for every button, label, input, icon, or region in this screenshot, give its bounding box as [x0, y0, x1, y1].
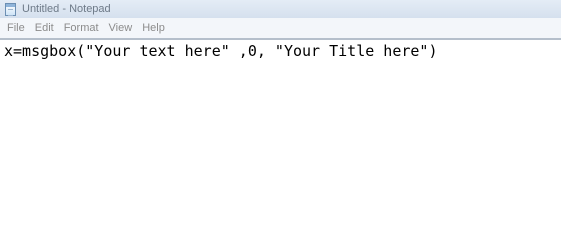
menu-edit[interactable]: Edit [30, 22, 59, 34]
window-title: Untitled - Notepad [22, 3, 111, 15]
menu-view[interactable]: View [104, 22, 138, 34]
title-bar[interactable]: Untitled - Notepad [0, 0, 561, 18]
menu-help[interactable]: Help [137, 22, 170, 34]
notepad-window: Untitled - Notepad File Edit Format View… [0, 0, 561, 207]
editor-content[interactable]: x=msgbox("Your text here" ,0, "Your Titl… [4, 42, 437, 60]
menu-file[interactable]: File [2, 22, 30, 34]
notepad-icon [5, 2, 16, 16]
text-editor-area[interactable]: x=msgbox("Your text here" ,0, "Your Titl… [0, 40, 561, 207]
menu-format[interactable]: Format [59, 22, 104, 34]
menu-bar: File Edit Format View Help [0, 18, 561, 38]
